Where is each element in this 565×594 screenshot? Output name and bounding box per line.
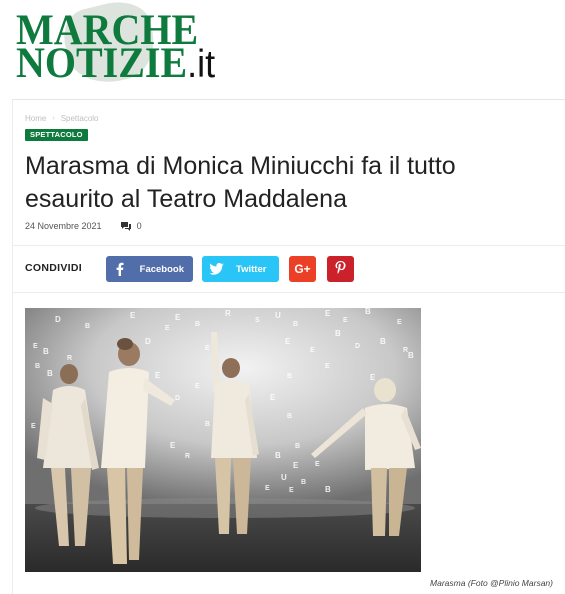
svg-text:E: E <box>175 313 181 322</box>
svg-text:B: B <box>287 413 292 420</box>
share-twitter-button[interactable]: Twitter <box>202 256 279 282</box>
svg-text:E: E <box>170 441 176 450</box>
comment-icon[interactable] <box>120 221 131 231</box>
breadcrumb-current[interactable]: Spettacolo <box>61 114 99 123</box>
breadcrumb-home[interactable]: Home <box>25 114 46 123</box>
svg-text:U: U <box>275 311 281 320</box>
svg-text:E: E <box>315 461 320 468</box>
svg-text:E: E <box>310 347 315 354</box>
logo-line-2: NOTIZIE.it <box>16 41 215 84</box>
breadcrumb: Home › Spettacolo <box>25 114 99 123</box>
svg-text:E: E <box>270 393 276 402</box>
svg-text:E: E <box>195 383 200 390</box>
chevron-right-icon: › <box>52 115 55 122</box>
svg-text:D: D <box>175 395 180 402</box>
svg-text:E: E <box>397 319 402 326</box>
svg-text:E: E <box>130 311 136 320</box>
article-title: Marasma di Monica Miniucchi fa il tutto … <box>25 152 456 213</box>
logo-suffix: .it <box>187 41 216 86</box>
svg-text:E: E <box>325 309 331 318</box>
svg-text:B: B <box>293 321 298 328</box>
share-facebook-label: Facebook <box>139 263 184 275</box>
article-meta: 24 Novembre 2021 0 <box>25 221 142 231</box>
share-divider-top <box>12 245 565 246</box>
svg-text:B: B <box>295 443 300 450</box>
svg-text:S: S <box>255 317 260 324</box>
share-pinterest-button[interactable] <box>327 256 354 282</box>
svg-text:E: E <box>289 487 294 494</box>
stage-photo-illustration: DB EE EB RS UB EE BE EB BB RE DE EE BD B… <box>25 308 421 572</box>
share-twitter-label: Twitter <box>236 263 267 275</box>
twitter-icon <box>202 256 230 282</box>
share-google-plus-button[interactable]: G+ <box>289 256 316 282</box>
site-logo[interactable]: MARCHE NOTIZIE.it <box>0 0 565 98</box>
category-badge[interactable]: SPETTACOLO <box>25 129 88 141</box>
svg-text:B: B <box>195 321 200 328</box>
svg-text:B: B <box>275 451 281 460</box>
article-photo[interactable]: DB EE EB RS UB EE BE EB BB RE DE EE BD B… <box>25 308 421 572</box>
svg-text:B: B <box>325 485 331 494</box>
svg-text:B: B <box>205 421 210 428</box>
photo-caption: Marasma (Foto @Plinio Marsan) <box>430 578 553 588</box>
svg-text:B: B <box>43 347 49 356</box>
svg-text:E: E <box>165 325 170 332</box>
svg-text:B: B <box>408 351 414 360</box>
svg-text:B: B <box>47 369 53 378</box>
svg-text:E: E <box>293 461 299 470</box>
facebook-icon <box>106 256 134 282</box>
svg-text:E: E <box>370 373 376 382</box>
svg-text:U: U <box>281 473 287 482</box>
svg-text:E: E <box>265 485 270 492</box>
svg-text:B: B <box>380 337 386 346</box>
svg-text:D: D <box>145 337 151 346</box>
svg-text:B: B <box>335 329 341 338</box>
share-facebook-button[interactable]: Facebook <box>106 256 193 282</box>
share-label: CONDIVIDI <box>25 262 82 274</box>
logo-line-2-text: NOTIZIE <box>16 38 188 87</box>
svg-text:E: E <box>325 363 330 370</box>
svg-text:R: R <box>225 309 231 318</box>
svg-text:E: E <box>31 423 36 430</box>
svg-text:B: B <box>365 308 371 316</box>
share-divider-bottom <box>12 292 565 293</box>
svg-text:E: E <box>33 343 38 350</box>
svg-text:B: B <box>35 363 40 370</box>
svg-text:E: E <box>343 317 348 324</box>
svg-text:E: E <box>205 345 210 352</box>
svg-text:B: B <box>85 323 90 330</box>
svg-text:B: B <box>287 373 292 380</box>
svg-text:B: B <box>301 479 306 486</box>
svg-text:D: D <box>55 315 61 324</box>
svg-text:R: R <box>185 453 190 460</box>
svg-text:R: R <box>67 355 72 362</box>
svg-text:E: E <box>155 371 161 380</box>
article-date: 24 Novembre 2021 <box>25 221 102 231</box>
pinterest-icon <box>335 260 346 278</box>
svg-text:E: E <box>285 337 291 346</box>
svg-text:D: D <box>355 343 360 350</box>
comment-count[interactable]: 0 <box>137 221 142 231</box>
google-plus-icon: G+ <box>294 262 311 276</box>
